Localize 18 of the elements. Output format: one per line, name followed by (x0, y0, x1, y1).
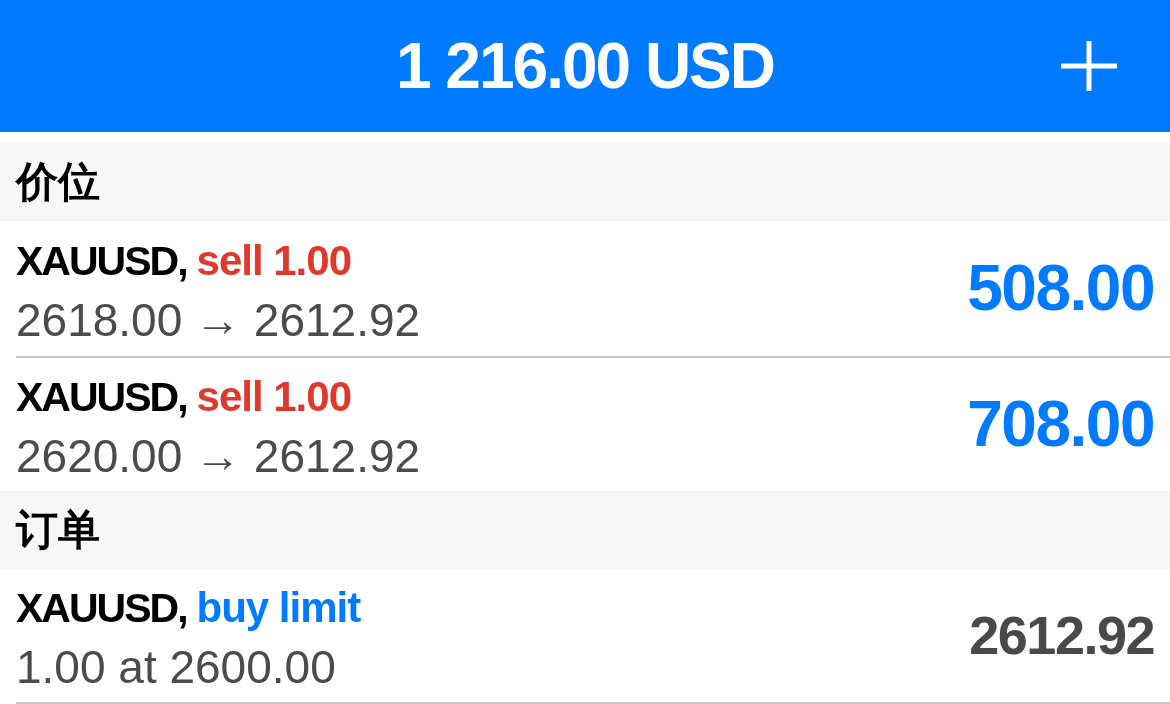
value-text: 2612.92 (969, 605, 1154, 666)
section-title: 订单 (16, 506, 100, 554)
order-type-text: sell 1.00 (196, 235, 351, 286)
price-detail-text: 2620.00 → 2612.92 (16, 428, 421, 484)
symbol-text: XAUUSD, (16, 583, 187, 633)
value-text: 708.00 (967, 389, 1154, 460)
plus-icon (1061, 41, 1117, 91)
value-text: 508.00 (967, 253, 1154, 324)
symbol-text: XAUUSD, (16, 236, 187, 286)
balance-title: 1 216.00 USD (396, 29, 774, 103)
section-title: 价位 (16, 158, 100, 206)
price-detail-text: 2618.00 → 2612.92 (16, 292, 421, 348)
symbol-text: XAUUSD, (16, 372, 187, 422)
price-detail-text: 1.00 at 2600.00 (16, 639, 337, 695)
trade-row[interactable]: XAUUSD, buy limit 1.00 at 2600.00 2612.92 (16, 569, 1170, 704)
trade-row[interactable]: XAUUSD, sell 1.00 2618.00 → 2612.92 508.00 (16, 221, 1170, 356)
order-type-text: buy limit (196, 582, 361, 633)
order-type-text: sell 1.00 (196, 371, 351, 422)
